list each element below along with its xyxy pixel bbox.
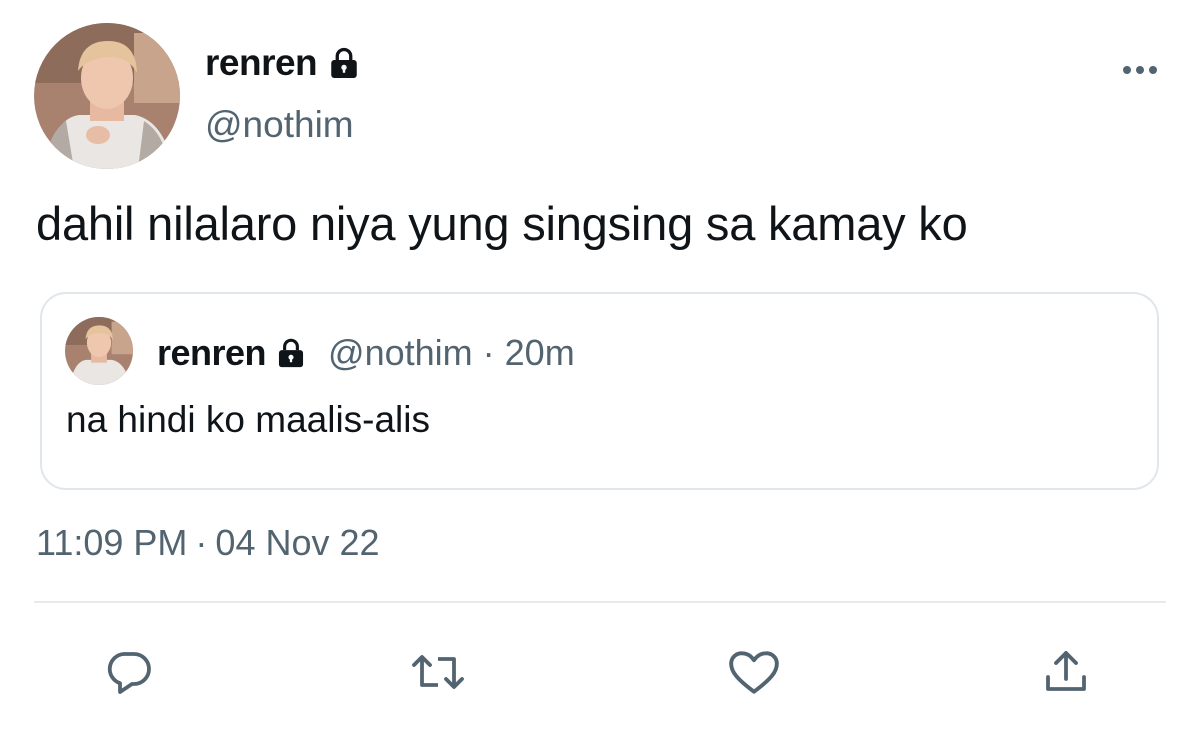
share-icon [1046,651,1086,691]
lock-icon [274,336,308,370]
tweet-text: dahil nilalaro niya yung singsing sa kam… [36,197,968,250]
more-options-button[interactable] [1118,56,1162,84]
quoted-author-row[interactable]: renren @nothim · 20m [157,328,575,378]
separator-dot: · [482,332,495,373]
quoted-relative-time[interactable]: 20m [505,332,575,374]
avatar-photo [34,23,180,169]
reply-icon [107,652,151,694]
retweet-icon [412,655,464,689]
author-display-name[interactable]: renren [205,42,318,84]
timestamp-time: 11:09 PM [36,522,188,563]
lock-icon [326,45,362,81]
like-button[interactable] [725,645,783,699]
quoted-author-avatar[interactable] [65,317,133,385]
separator-dot: · [195,522,208,563]
quoted-handle[interactable]: @nothim [328,332,473,374]
heart-icon [729,651,779,694]
share-button[interactable] [1037,645,1095,699]
timestamp-date: 04 Nov 22 [215,522,380,563]
quoted-tweet-text: na hindi ko maalis-alis [66,399,431,440]
tweet-timestamp[interactable]: 11:09 PM · 04 Nov 22 [36,522,380,564]
more-horizontal-icon [1149,66,1157,74]
divider [34,601,1166,603]
author-name-row[interactable]: renren [205,38,362,88]
quoted-display-name[interactable]: renren [157,332,267,374]
retweet-button[interactable] [409,645,467,699]
author-handle[interactable]: @nothim [205,104,354,146]
author-avatar[interactable] [34,23,180,169]
reply-button[interactable] [100,645,158,699]
avatar-photo [65,317,133,385]
more-horizontal-icon [1136,66,1144,74]
more-horizontal-icon [1123,66,1131,74]
quoted-tweet-card[interactable] [40,292,1159,490]
